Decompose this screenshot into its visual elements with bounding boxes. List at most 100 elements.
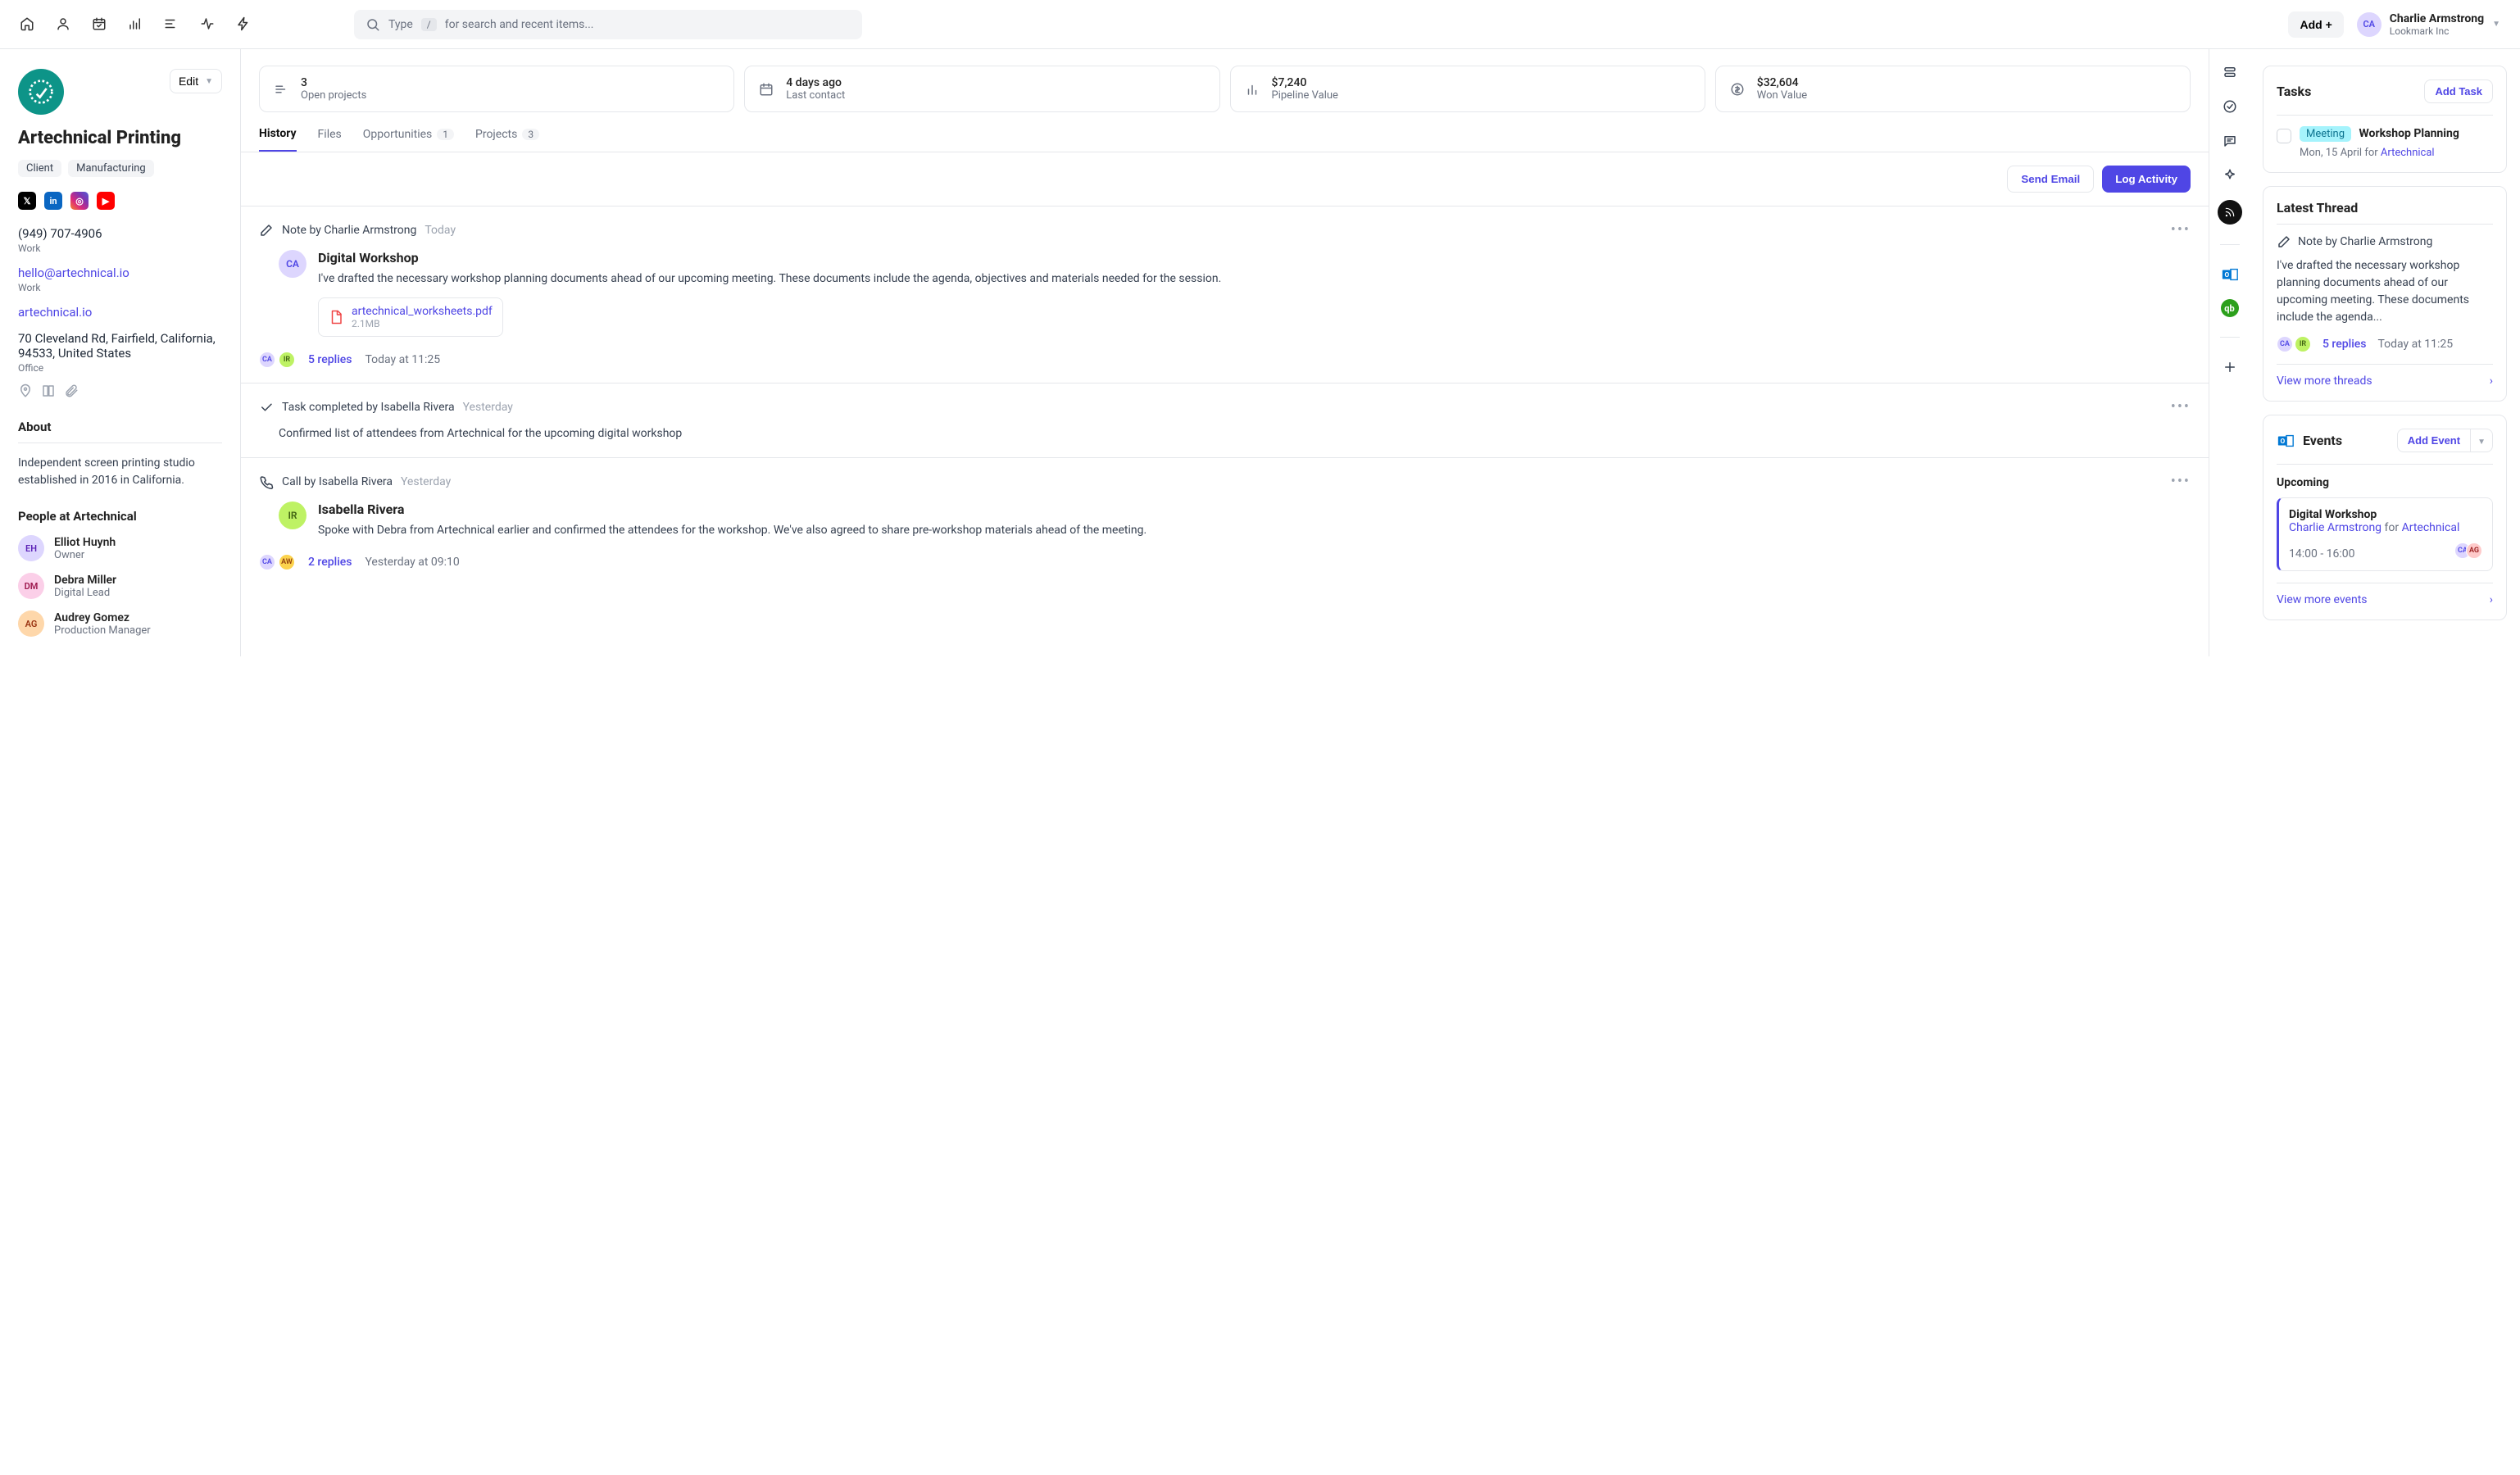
person-role: Owner xyxy=(54,549,116,561)
send-email-button[interactable]: Send Email xyxy=(2007,166,2094,193)
tab-history[interactable]: History xyxy=(259,127,297,152)
check-circle-icon[interactable] xyxy=(2220,97,2240,116)
x-twitter-icon[interactable]: 𝕏 xyxy=(18,192,36,210)
thread-panel: Latest Thread Note by Charlie Armstrong … xyxy=(2263,186,2507,402)
add-event-button[interactable]: Add Event xyxy=(2397,429,2471,452)
person-name: Audrey Gomez xyxy=(54,611,151,624)
log-activity-button[interactable]: Log Activity xyxy=(2102,166,2191,193)
tab-projects[interactable]: Projects 3 xyxy=(475,127,539,152)
add-task-button[interactable]: Add Task xyxy=(2424,79,2493,103)
stat-label: Pipeline Value xyxy=(1272,89,1338,102)
view-more-label: View more threads xyxy=(2277,374,2372,388)
tab-count: 3 xyxy=(522,129,539,140)
stat-open-projects[interactable]: 3Open projects xyxy=(259,66,734,112)
address-value: 70 Cleveland Rd, Fairfield, California, … xyxy=(18,331,222,361)
stat-value: 4 days ago xyxy=(786,76,845,89)
event-for-word: for xyxy=(2385,521,2400,534)
zap-icon[interactable] xyxy=(236,16,252,33)
task-checkbox[interactable] xyxy=(2277,129,2291,143)
rss-icon[interactable] xyxy=(2218,200,2242,225)
nav-icon-group xyxy=(20,16,252,33)
person-row[interactable]: DM Debra Miller Digital Lead xyxy=(18,573,222,599)
user-menu[interactable]: CA Charlie Armstrong Lookmark Inc ▼ xyxy=(2357,12,2500,37)
linkedin-icon[interactable]: in xyxy=(44,192,62,210)
event-person-link[interactable]: Charlie Armstrong xyxy=(2289,521,2382,534)
website-link[interactable]: artechnical.io xyxy=(18,305,92,320)
stat-won-value[interactable]: $32,604Won Value xyxy=(1715,66,2191,112)
chevron-down-icon: ▼ xyxy=(2492,20,2500,29)
dollar-icon xyxy=(1728,79,1747,99)
person-avatar: AG xyxy=(18,610,44,637)
activity-note: Note by Charlie Armstrong Today ••• CA D… xyxy=(241,206,2209,384)
stat-label: Last contact xyxy=(786,89,845,102)
edit-button[interactable]: Edit ▼ xyxy=(170,69,222,93)
topbar-right: Add + CA Charlie Armstrong Lookmark Inc … xyxy=(2288,11,2500,38)
stat-last-contact[interactable]: 4 days agoLast contact xyxy=(744,66,1219,112)
more-menu-icon[interactable]: ••• xyxy=(2171,398,2191,415)
book-icon[interactable] xyxy=(41,384,56,402)
calendar-icon xyxy=(756,79,776,99)
instagram-icon[interactable]: ◎ xyxy=(70,192,89,210)
attachment-icon[interactable] xyxy=(64,384,79,402)
pin-icon[interactable] xyxy=(18,384,33,402)
side-rail: O qb xyxy=(2209,49,2250,656)
file-name: artechnical_worksheets.pdf xyxy=(352,305,493,318)
reply-avatar: IR xyxy=(279,352,295,368)
replies-link[interactable]: 2 replies xyxy=(308,556,352,569)
list-icon[interactable] xyxy=(164,16,180,33)
chevron-down-icon: ▼ xyxy=(2477,438,2486,447)
author-avatar: CA xyxy=(279,250,306,278)
plus-icon[interactable] xyxy=(2220,357,2240,377)
add-event-dropdown[interactable]: ▼ xyxy=(2471,429,2493,452)
search-input[interactable]: Type / for search and recent items... xyxy=(354,10,862,39)
view-more-events[interactable]: View more events › xyxy=(2277,583,2493,606)
check-icon xyxy=(259,400,274,415)
file-attachment[interactable]: artechnical_worksheets.pdf 2.1MB xyxy=(318,297,503,337)
event-entity-link[interactable]: Artechnical xyxy=(2402,521,2460,534)
tag-client[interactable]: Client xyxy=(18,160,61,177)
event-time: 14:00 - 16:00 xyxy=(2289,547,2355,560)
person-icon[interactable] xyxy=(56,16,72,33)
note-title: Digital Workshop xyxy=(318,250,2191,266)
tab-opportunities[interactable]: Opportunities 1 xyxy=(363,127,454,152)
tag-manufacturing[interactable]: Manufacturing xyxy=(68,160,154,177)
message-icon[interactable] xyxy=(2220,131,2240,151)
activity-call: Call by Isabella Rivera Yesterday ••• IR… xyxy=(241,458,2209,585)
tab-files[interactable]: Files xyxy=(318,127,342,152)
company-logo xyxy=(18,69,64,115)
call-time: Yesterday xyxy=(401,475,451,488)
stat-pipeline-value[interactable]: $7,240Pipeline Value xyxy=(1230,66,1705,112)
svg-text:O: O xyxy=(2280,437,2285,445)
more-menu-icon[interactable]: ••• xyxy=(2171,473,2191,490)
thread-replies-link[interactable]: 5 replies xyxy=(2322,338,2366,351)
topbar: Type / for search and recent items... Ad… xyxy=(0,0,2520,49)
sparkle-icon[interactable] xyxy=(2220,166,2240,185)
phone-value[interactable]: (949) 707-4906 xyxy=(18,226,222,241)
more-menu-icon[interactable]: ••• xyxy=(2171,221,2191,238)
stat-label: Won Value xyxy=(1757,89,1807,102)
youtube-icon[interactable]: ▶ xyxy=(97,192,115,210)
calendar-check-icon[interactable] xyxy=(92,16,108,33)
replies-link[interactable]: 5 replies xyxy=(308,353,352,366)
home-icon[interactable] xyxy=(20,16,36,33)
task-title[interactable]: Workshop Planning xyxy=(2359,127,2459,140)
view-more-threads[interactable]: View more threads › xyxy=(2277,364,2493,388)
search-type-label: Type xyxy=(388,18,413,31)
event-title: Digital Workshop xyxy=(2289,508,2482,521)
bar-chart-icon[interactable] xyxy=(128,16,144,33)
add-button[interactable]: Add + xyxy=(2288,11,2343,38)
event-avatar: AG xyxy=(2466,542,2482,559)
task-author-label: Task completed by Isabella Rivera xyxy=(282,401,455,414)
reply-avatar: CA xyxy=(259,352,275,368)
event-card[interactable]: Digital Workshop Charlie Armstrong for A… xyxy=(2277,497,2493,571)
outlook-icon[interactable]: O xyxy=(2220,265,2240,284)
activity-icon[interactable] xyxy=(200,16,216,33)
person-row[interactable]: AG Audrey Gomez Production Manager xyxy=(18,610,222,637)
layout-icon[interactable] xyxy=(2220,62,2240,82)
quickbooks-icon[interactable]: qb xyxy=(2221,299,2239,317)
person-row[interactable]: EH Elliot Huynh Owner xyxy=(18,535,222,561)
task-entity-link[interactable]: Artechnical xyxy=(2381,147,2435,159)
email-link[interactable]: hello@artechnical.io xyxy=(18,266,129,280)
person-role: Digital Lead xyxy=(54,587,116,599)
company-pane: Edit ▼ Artechnical Printing Client Manuf… xyxy=(0,49,241,656)
